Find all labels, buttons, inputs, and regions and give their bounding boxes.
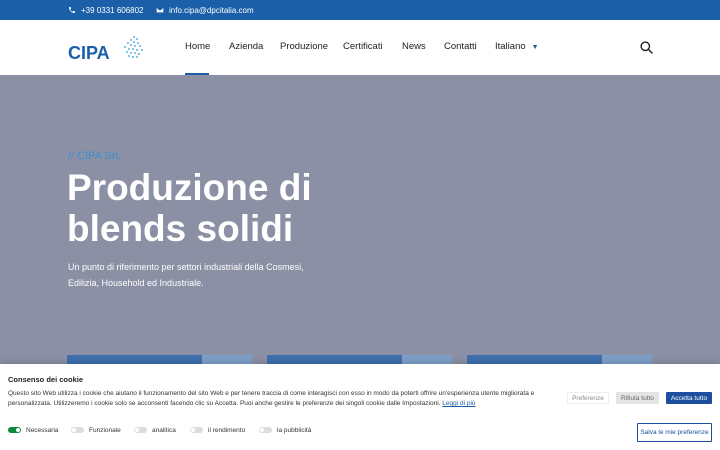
nav-certificati[interactable]: Certificati xyxy=(343,41,383,52)
language-label: Italiano xyxy=(495,41,526,52)
nav-home[interactable]: Home xyxy=(185,41,210,52)
accept-all-button[interactable]: Accetta tutto xyxy=(666,392,712,404)
nav-news[interactable]: News xyxy=(402,41,426,52)
hero-subtitle-line1: Un punto di riferimento per settori indu… xyxy=(68,262,304,272)
nav-contatti[interactable]: Contatti xyxy=(444,41,477,52)
cookie-toggles: Necessaria Funzionale analitica il rendi… xyxy=(8,425,568,435)
nav-produzione[interactable]: Produzione xyxy=(280,41,328,52)
search-button[interactable] xyxy=(640,41,653,54)
toggle-switch[interactable] xyxy=(8,427,21,433)
toggle-switch[interactable] xyxy=(259,427,272,433)
search-icon xyxy=(640,41,653,54)
phone-number[interactable]: +39 0331 606802 xyxy=(81,6,144,15)
cookie-text-line1: Questo sito Web utilizza i cookie che ai… xyxy=(8,390,535,397)
top-bar: +39 0331 606802 info.cipa@dpcitalia.com xyxy=(0,0,720,20)
toggle-analitica[interactable]: analitica xyxy=(134,425,176,435)
phone-contact[interactable]: +39 0331 606802 xyxy=(68,0,144,20)
hero-subtitle-line2: Edilizia, Household ed Industriale. xyxy=(68,277,204,288)
toggle-pubblicita[interactable]: la pubblicità xyxy=(259,425,311,435)
main-nav: Home Azienda Produzione Certificati News… xyxy=(0,20,720,75)
envelope-icon xyxy=(156,7,164,13)
toggle-funzionale[interactable]: Funzionale xyxy=(71,425,121,435)
hero-title-line1: Produzione di xyxy=(67,167,312,208)
toggle-switch[interactable] xyxy=(71,427,84,433)
hero-eyebrow: // CIPA Srl. xyxy=(68,150,121,162)
email-contact[interactable]: info.cipa@dpcitalia.com xyxy=(156,0,254,20)
site-header: CIPA Home Azienda Produzione Certificati… xyxy=(0,20,720,75)
reject-all-button[interactable]: Rifiuta tutto xyxy=(616,392,659,404)
toggle-label: la pubblicità xyxy=(277,426,312,434)
hero-subtitle: Un punto di riferimento per settori indu… xyxy=(68,260,328,291)
preferences-button[interactable]: Preferenze xyxy=(567,392,609,404)
save-preferences-button[interactable]: Salva le mie preferenze xyxy=(637,423,712,442)
cookie-text-line2: personalizzata. Utilizzeremo i cookie so… xyxy=(8,400,441,407)
hero-title: Produzione di blends solidi xyxy=(67,167,367,249)
nav-language[interactable]: Italiano ▼ xyxy=(495,41,539,52)
toggle-label: Necessaria xyxy=(26,426,59,434)
toggle-rendimento[interactable]: il rendimento xyxy=(190,425,245,435)
cookie-title: Consenso dei cookie xyxy=(8,375,84,384)
cookie-read-more-link[interactable]: Leggi di più xyxy=(442,400,475,407)
toggle-switch[interactable] xyxy=(134,427,147,433)
toggle-label: analitica xyxy=(152,426,176,434)
toggle-necessaria[interactable]: Necessaria xyxy=(8,425,59,435)
toggle-switch[interactable] xyxy=(190,427,203,433)
nav-azienda[interactable]: Azienda xyxy=(229,41,263,52)
cookie-consent-banner: Consenso dei cookie Questo sito Web util… xyxy=(0,364,720,450)
hero-title-line2: blends solidi xyxy=(67,208,294,249)
email-address[interactable]: info.cipa@dpcitalia.com xyxy=(169,6,254,15)
toggle-label: Funzionale xyxy=(89,426,121,434)
chevron-down-icon: ▼ xyxy=(531,44,539,51)
cookie-text: Questo sito Web utilizza i cookie che ai… xyxy=(8,389,553,409)
phone-icon xyxy=(69,7,75,13)
toggle-label: il rendimento xyxy=(208,426,246,434)
